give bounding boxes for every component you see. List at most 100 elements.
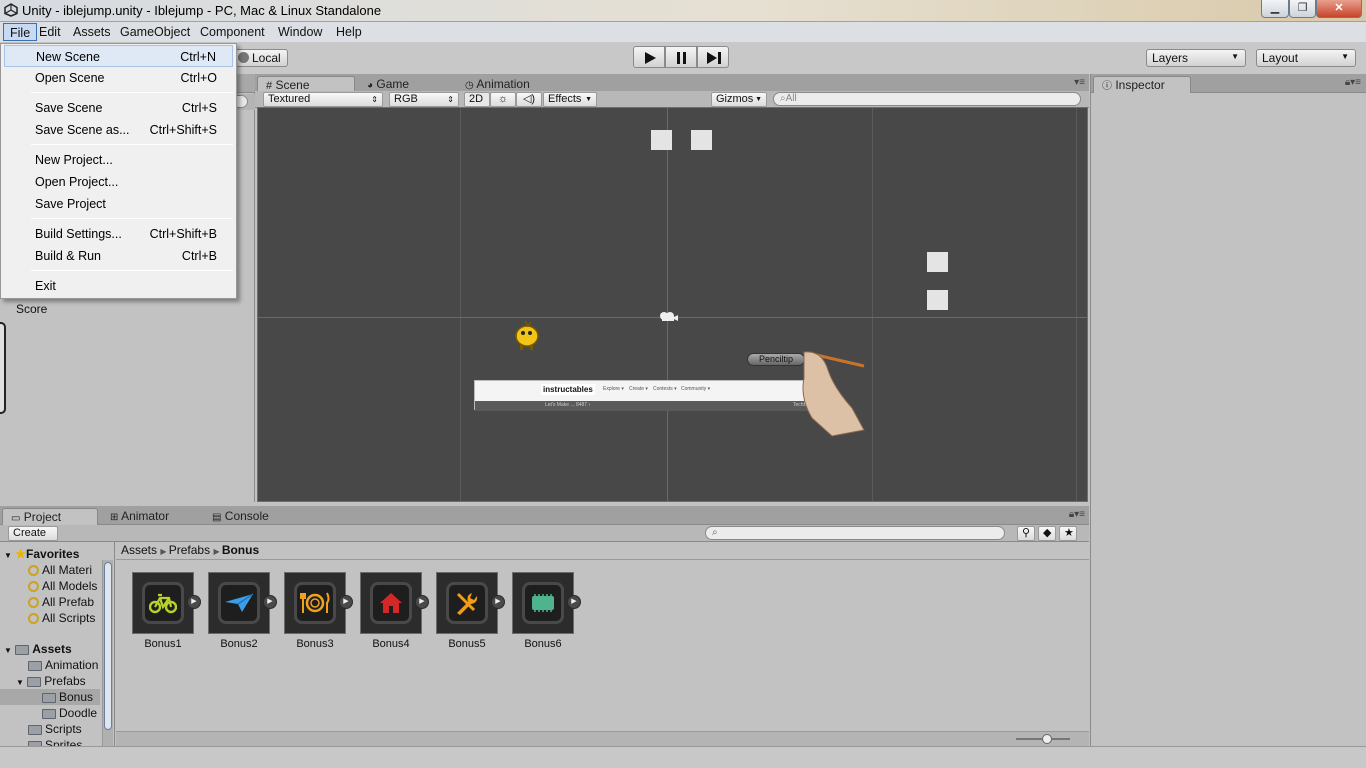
menu-item-label: Save Project	[35, 197, 106, 211]
tree-assets[interactable]: ▼ Assets	[4, 641, 72, 657]
menu-item-exit[interactable]: Exit	[4, 275, 233, 297]
menu-item-open-project[interactable]: Open Project...	[4, 171, 233, 193]
hand-pencil-icon[interactable]	[782, 348, 866, 438]
filter-label-button[interactable]: ◆	[1038, 526, 1056, 541]
expand-icon: ▼	[4, 551, 12, 560]
tree-fav-item[interactable]: All Materi	[28, 562, 100, 578]
wrench-screwdriver-icon	[456, 592, 478, 615]
layout-label: Layout	[1262, 51, 1299, 65]
pacman-icon: ◕	[367, 80, 374, 91]
menu-edit[interactable]: Edit	[33, 23, 67, 41]
scene-search-placeholder: All	[785, 93, 797, 104]
layers-dropdown[interactable]: Layers ▼	[1146, 49, 1246, 67]
lock-icon[interactable]: 🔒︎▾≡	[1345, 77, 1361, 88]
step-button[interactable]	[697, 46, 729, 68]
instructables-banner[interactable]: instructables Explore ▾ Create ▾ Contest…	[474, 380, 814, 411]
tree-scroll-thumb[interactable]	[104, 562, 112, 730]
lighting-toggle[interactable]: ☼	[490, 92, 516, 107]
create-dropdown[interactable]: Create ▼	[8, 526, 58, 551]
folder-icon	[42, 692, 56, 703]
hierarchy-item-score[interactable]: Score	[16, 301, 47, 317]
menu-item-build-settings[interactable]: Build Settings... Ctrl+Shift+B	[4, 223, 233, 245]
play-preview-icon[interactable]: ▶	[567, 595, 581, 609]
tree-scrollbar[interactable]	[102, 560, 113, 746]
scene-search-input[interactable]: ⌕All	[773, 92, 1081, 106]
platform-block[interactable]	[651, 130, 672, 150]
menu-item-save-scene-as[interactable]: Save Scene as... Ctrl+Shift+S	[4, 119, 233, 141]
platform-block[interactable]	[927, 252, 948, 272]
play-preview-icon[interactable]: ▶	[491, 595, 505, 609]
panel-options-icon[interactable]: ▾≡	[1074, 77, 1085, 88]
effects-dropdown[interactable]: Effects ▼	[543, 92, 597, 107]
tree-folder-animation[interactable]: Animation	[28, 657, 98, 673]
breadcrumb-assets[interactable]: Assets	[121, 543, 157, 557]
tab-project-label: Project	[23, 510, 62, 524]
project-search-input[interactable]: ⌕	[705, 526, 1005, 540]
asset-label: Bonus6	[524, 638, 562, 650]
menu-item-save-project[interactable]: Save Project	[4, 193, 233, 215]
menu-gameobject[interactable]: GameObject	[114, 23, 196, 41]
tree-folder-bonus[interactable]: Bonus	[0, 689, 100, 705]
menu-help[interactable]: Help	[330, 23, 368, 41]
tab-animation-label: Animation	[476, 77, 530, 91]
tree-folder-scripts[interactable]: Scripts	[28, 721, 82, 737]
tree-fav-item[interactable]: All Models	[28, 578, 100, 594]
play-preview-icon[interactable]: ▶	[339, 595, 353, 609]
gizmos-dropdown[interactable]: Gizmos ▼	[711, 92, 767, 107]
asset-label: Bonus5	[448, 638, 486, 650]
banner-logo: instructables	[541, 384, 595, 395]
tree-fav-item[interactable]: All Scripts	[28, 610, 100, 626]
doodle-character-icon[interactable]	[512, 320, 542, 352]
tree-favorites[interactable]: ▼ ★Favorites	[4, 546, 79, 562]
menu-item-build-run[interactable]: Build & Run Ctrl+B	[4, 245, 233, 267]
tab-animator[interactable]: ⊞ Animator	[102, 508, 177, 525]
menu-item-new-project[interactable]: New Project...	[4, 149, 233, 171]
menu-item-label: Build & Run	[35, 249, 102, 263]
platform-block[interactable]	[691, 130, 712, 150]
close-button[interactable]: ✕	[1316, 0, 1362, 18]
menu-item-new-scene[interactable]: New Scene Ctrl+N	[4, 45, 233, 67]
menu-item-label: Open Project...	[35, 175, 119, 189]
favorite-button[interactable]: ★	[1059, 526, 1077, 541]
folder-label: Animation	[45, 658, 99, 672]
tree-folder-prefabs[interactable]: ▼ Prefabs	[16, 673, 86, 689]
panel-options-icon[interactable]: 🔒︎▾≡	[1069, 509, 1085, 520]
tab-inspector[interactable]: ⓘ Inspector	[1093, 76, 1191, 93]
menu-assets[interactable]: Assets	[67, 23, 117, 41]
toggle-2d-button[interactable]: 2D	[464, 92, 490, 107]
tree-folder-doodle[interactable]: Doodle	[42, 705, 97, 721]
color-mode-dropdown[interactable]: RGB ⇕	[389, 92, 459, 107]
play-button[interactable]	[633, 46, 665, 68]
play-preview-icon[interactable]: ▶	[263, 595, 277, 609]
updown-icon: ⇕	[447, 95, 454, 104]
breadcrumb-prefabs[interactable]: Prefabs	[169, 543, 210, 557]
play-preview-icon[interactable]: ▶	[187, 595, 201, 609]
menu-window[interactable]: Window	[272, 23, 328, 41]
step-icon	[707, 52, 721, 64]
color-mode-label: RGB	[394, 93, 418, 105]
icon-size-slider-thumb[interactable]	[1042, 734, 1052, 744]
filter-type-button[interactable]: ⚲	[1017, 526, 1035, 541]
menu-item-save-scene[interactable]: Save Scene Ctrl+S	[4, 97, 233, 119]
render-mode-dropdown[interactable]: Textured ⇕	[263, 92, 383, 107]
breadcrumb-bonus[interactable]: Bonus	[222, 543, 259, 557]
scene-viewport[interactable]: instructables Explore ▾ Create ▾ Contest…	[257, 107, 1088, 502]
layout-dropdown[interactable]: Layout ▼	[1256, 49, 1356, 67]
tab-console[interactable]: ▤ Console	[204, 508, 277, 525]
search-icon	[28, 613, 39, 625]
render-mode-label: Textured	[268, 93, 311, 105]
menu-component[interactable]: Component	[194, 23, 271, 41]
minimize-button[interactable]: ▁	[1261, 0, 1289, 18]
camera-gizmo-icon[interactable]	[658, 310, 678, 324]
pivot-rotation-toggle[interactable]: Local	[234, 49, 288, 67]
platform-block[interactable]	[927, 290, 948, 310]
tab-project[interactable]: ▭ Project	[2, 508, 98, 525]
menu-item-open-scene[interactable]: Open Scene Ctrl+O	[4, 67, 233, 89]
tree-fav-item[interactable]: All Prefab	[28, 594, 100, 610]
audio-toggle[interactable]: ◁)	[516, 92, 542, 107]
tab-scene-label: Scene	[275, 78, 310, 92]
pause-button[interactable]	[665, 46, 697, 68]
grid-axis-y	[667, 108, 668, 501]
play-preview-icon[interactable]: ▶	[415, 595, 429, 609]
maximize-button[interactable]: ❐	[1289, 0, 1316, 18]
